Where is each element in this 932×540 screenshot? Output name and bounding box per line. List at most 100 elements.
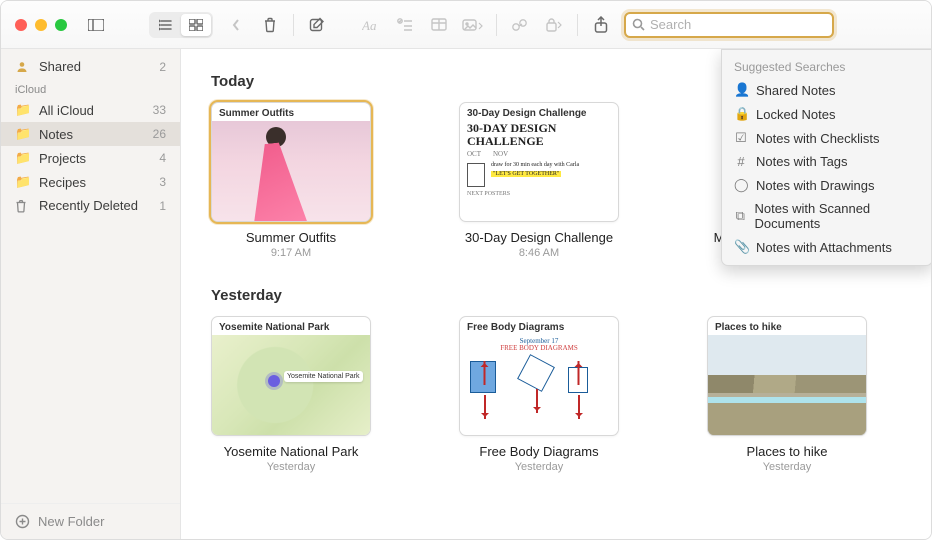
- suggested-tags[interactable]: #Notes with Tags: [722, 150, 931, 173]
- note-title: Summer Outfits: [246, 230, 336, 245]
- note-thumbnail[interactable]: Places to hike: [707, 316, 867, 436]
- new-folder-button[interactable]: New Folder: [1, 503, 180, 539]
- search-icon: [632, 18, 645, 31]
- thumb-title: Summer Outfits: [212, 103, 370, 122]
- popover-item-label: Shared Notes: [756, 83, 836, 98]
- note-card[interactable]: 30-Day Design Challenge 30-DAY DESIGN CH…: [459, 102, 619, 259]
- note-thumbnail[interactable]: Summer Outfits: [211, 102, 371, 222]
- suggested-locked-notes[interactable]: 🔒 Locked Notes: [722, 102, 931, 126]
- note-card[interactable]: Free Body Diagrams September 17FREE BODY…: [459, 316, 619, 473]
- suggested-attachments[interactable]: 📎 Notes with Attachments: [722, 235, 931, 259]
- popover-header: Suggested Searches: [722, 56, 931, 78]
- sidebar-shared[interactable]: Shared 2: [1, 55, 180, 78]
- note-title: Free Body Diagrams: [479, 444, 598, 459]
- note-timestamp: Yesterday: [763, 461, 812, 473]
- section-title-yesterday: Yesterday: [211, 287, 901, 304]
- note-thumbnail-image: September 17FREE BODY DIAGRAMS: [460, 336, 618, 431]
- note-timestamp: Yesterday: [515, 461, 564, 473]
- note-card[interactable]: Yosemite National Park Yosemite National…: [211, 316, 371, 473]
- note-title: Yosemite National Park: [224, 444, 359, 459]
- sidebar-item-recipes[interactable]: 📁 Recipes 3: [1, 170, 180, 194]
- note-thumbnail[interactable]: Free Body Diagrams September 17FREE BODY…: [459, 316, 619, 436]
- drawing-icon: ◯: [734, 177, 748, 193]
- note-timestamp: 9:17 AM: [271, 247, 311, 259]
- shared-icon: 👤: [734, 82, 748, 98]
- popover-item-label: Notes with Drawings: [756, 178, 875, 193]
- scan-icon: ⧉: [734, 208, 747, 224]
- table-button[interactable]: [424, 12, 454, 38]
- new-note-button[interactable]: [302, 12, 332, 38]
- window-zoom-button[interactable]: [55, 19, 67, 31]
- sidebar-item-label: Notes: [39, 127, 73, 142]
- folder-icon: 📁: [15, 102, 31, 118]
- search-input[interactable]: [650, 17, 826, 32]
- tag-icon: #: [734, 154, 748, 169]
- note-thumbnail-image: [212, 121, 370, 221]
- share-button[interactable]: [586, 12, 616, 38]
- note-timestamp: 8:46 AM: [519, 247, 559, 259]
- folder-icon: 📁: [15, 174, 31, 190]
- shared-icon: [15, 60, 31, 74]
- thumb-title: 30-Day Design Challenge: [460, 103, 618, 122]
- view-mode-segment[interactable]: [149, 12, 213, 38]
- suggested-drawings[interactable]: ◯ Notes with Drawings: [722, 173, 931, 197]
- thumb-title: Free Body Diagrams: [460, 317, 618, 336]
- lock-icon: 🔒: [734, 106, 748, 122]
- window-minimize-button[interactable]: [35, 19, 47, 31]
- thumb-title: Yosemite National Park: [212, 317, 370, 336]
- delete-button[interactable]: [255, 12, 285, 38]
- sidebar-section-icloud: iCloud: [1, 78, 180, 98]
- note-title: Places to hike: [747, 444, 828, 459]
- suggested-searches-popover: Suggested Searches 👤 Shared Notes 🔒 Locked…: [721, 49, 931, 266]
- note-card[interactable]: Summer Outfits Summer Outfits 9:17 AM: [211, 102, 371, 259]
- lock-button[interactable]: [539, 12, 569, 38]
- search-field[interactable]: [624, 12, 834, 38]
- thumb-title: Places to hike: [708, 317, 866, 336]
- note-thumbnail-image: [708, 335, 866, 435]
- trash-icon: [15, 199, 31, 213]
- nav-back-button[interactable]: [221, 12, 251, 38]
- note-thumbnail[interactable]: Yosemite National Park Yosemite National…: [211, 316, 371, 436]
- plus-circle-icon: [15, 514, 30, 529]
- checklist-icon: ☑: [734, 130, 748, 146]
- svg-text:Aa: Aa: [362, 18, 377, 32]
- suggested-scanned[interactable]: ⧉ Notes with Scanned Documents: [722, 197, 931, 235]
- suggested-shared-notes[interactable]: 👤 Shared Notes: [722, 78, 931, 102]
- note-title: 30-Day Design Challenge: [465, 230, 613, 245]
- suggested-checklists[interactable]: ☑ Notes with Checklists: [722, 126, 931, 150]
- gallery-view-button[interactable]: [181, 14, 211, 36]
- sidebar-item-label: Recently Deleted: [39, 198, 138, 213]
- note-thumbnail-image: 30-DAY DESIGN CHALLENGE OCTNOV draw for …: [460, 122, 618, 197]
- new-folder-label: New Folder: [38, 514, 104, 529]
- attachment-icon: 📎: [734, 239, 748, 255]
- popover-item-label: Locked Notes: [756, 107, 836, 122]
- sidebar-item-projects[interactable]: 📁 Projects 4: [1, 146, 180, 170]
- popover-item-label: Notes with Attachments: [756, 240, 892, 255]
- list-view-button[interactable]: [151, 14, 181, 36]
- note-thumbnail-image: Yosemite National Park: [212, 335, 370, 435]
- sidebar-item-label: Projects: [39, 151, 86, 166]
- toggle-sidebar-button[interactable]: [81, 12, 111, 38]
- note-thumbnail[interactable]: 30-Day Design Challenge 30-DAY DESIGN CH…: [459, 102, 619, 222]
- popover-item-label: Notes with Checklists: [756, 131, 880, 146]
- sidebar-item-count: 33: [153, 103, 166, 117]
- popover-item-label: Notes with Scanned Documents: [755, 201, 920, 231]
- sidebar-item-count: 26: [153, 127, 166, 141]
- media-button[interactable]: [458, 12, 488, 38]
- sidebar-item-label: Recipes: [39, 175, 86, 190]
- folder-icon: 📁: [15, 126, 31, 142]
- sidebar-item-count: 1: [159, 199, 166, 213]
- link-note-button[interactable]: [505, 12, 535, 38]
- sidebar-item-count: 3: [159, 175, 166, 189]
- sidebar-item-label: All iCloud: [39, 103, 94, 118]
- sidebar-item-recently-deleted[interactable]: Recently Deleted 1: [1, 194, 180, 217]
- sidebar-item-count: 4: [159, 151, 166, 165]
- sidebar-item-all-icloud[interactable]: 📁 All iCloud 33: [1, 98, 180, 122]
- note-card[interactable]: Places to hike Places to hike Yesterday: [707, 316, 867, 473]
- format-text-button[interactable]: Aa: [356, 12, 386, 38]
- sidebar-item-count: 2: [159, 60, 166, 74]
- window-close-button[interactable]: [15, 19, 27, 31]
- sidebar-item-label: Shared: [39, 59, 81, 74]
- checklist-button[interactable]: [390, 12, 420, 38]
- sidebar-item-notes[interactable]: 📁 Notes 26: [1, 122, 180, 146]
